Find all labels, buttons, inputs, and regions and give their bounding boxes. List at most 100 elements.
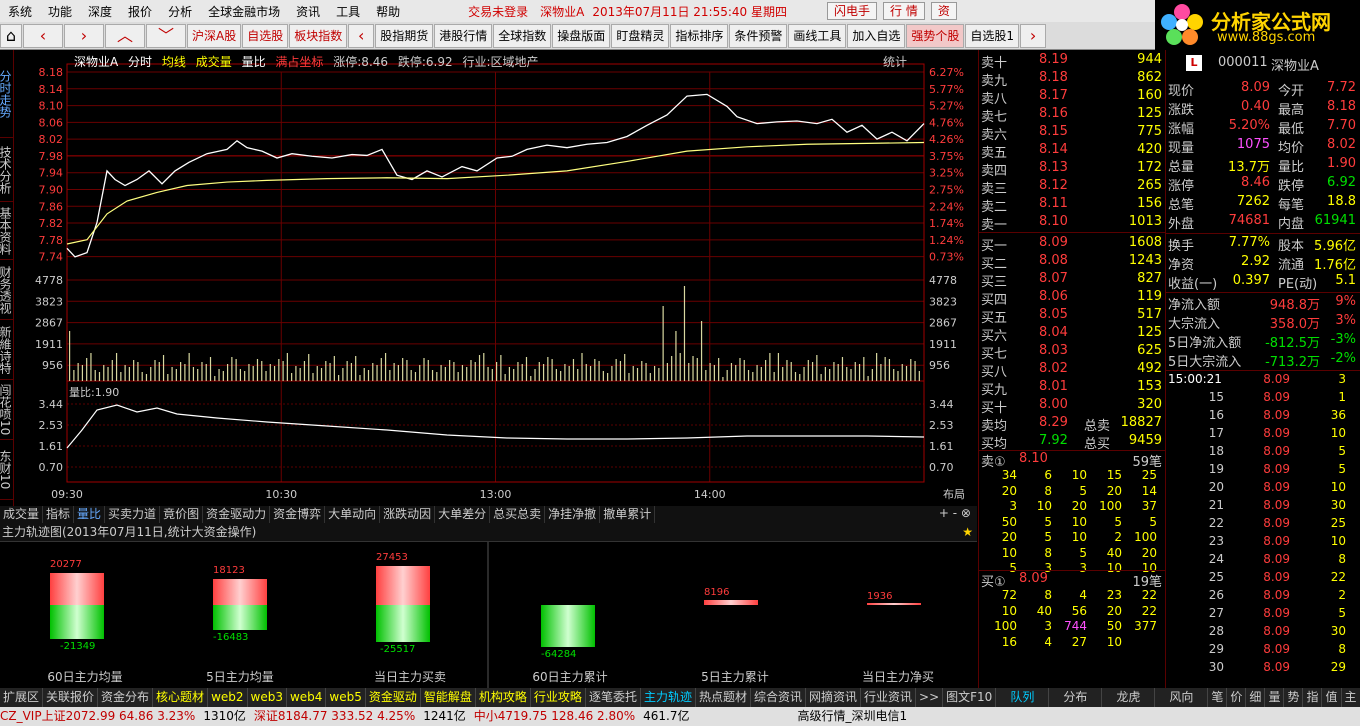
bottom-tab[interactable]: 综合资讯 [751,688,806,707]
buy-price[interactable]: 8.07 [1039,271,1068,286]
menu-tools[interactable]: 工具 [328,3,368,20]
bottom-tab[interactable]: 龙虎 [1102,688,1156,707]
bottom-tab[interactable]: 分布 [1049,688,1103,707]
tb-monitor[interactable]: 盯盘精灵 [611,23,670,48]
bottom-tab[interactable]: 价 [1227,688,1247,707]
ind-tab[interactable]: 涨跌动因 [380,506,436,523]
menu-news[interactable]: 资讯 [288,3,328,20]
bottom-tab[interactable]: 量 [1265,688,1285,707]
tb-layout[interactable]: 操盘版面 [552,23,611,48]
tb-shsz-a[interactable]: 沪深A股 [187,23,242,48]
sell-price[interactable]: 8.11 [1039,196,1068,211]
ind-tab[interactable]: 买卖力道 [105,506,161,523]
buy-price[interactable]: 8.02 [1039,361,1068,376]
bottom-tab[interactable]: 资金驱动 [366,688,421,707]
bottom-tab[interactable]: 指 [1303,688,1323,707]
up-arrow-icon[interactable]: ︿ [105,23,145,48]
ind-tab[interactable]: 量比 [74,506,106,523]
chart-stat-button[interactable]: 统计 [883,53,907,70]
tb-right-arrow-icon[interactable]: › [1020,23,1047,48]
bottom-tab[interactable]: web3 [248,688,287,707]
tb-global-index[interactable]: 全球指数 [493,23,552,48]
bottom-tab[interactable]: 行业资讯 [861,688,917,707]
tb-sector-index[interactable]: 板块指数 [289,23,348,48]
buy-price[interactable]: 8.00 [1039,397,1068,412]
ind-tab[interactable]: 指标 [43,506,75,523]
tb-watchlist[interactable]: 自选股 [242,23,289,48]
zoom-controls[interactable]: + - ⊗ [933,506,977,523]
sell-price[interactable]: 8.18 [1039,70,1068,85]
bottom-tab[interactable]: 机构攻略 [476,688,531,707]
buy-price[interactable]: 8.04 [1039,325,1068,340]
ind-tab[interactable]: 大单动向 [325,506,381,523]
ind-tab[interactable]: 大单差分 [435,506,491,523]
quote-button[interactable]: 行 情 [883,2,925,20]
star-icon[interactable]: ★ [962,523,973,542]
bottom-tab[interactable]: 细 [1246,688,1266,707]
bottom-tab[interactable]: 行业攻略 [531,688,586,707]
flash-trade-button[interactable]: 闪电手 [826,2,877,20]
sell-price[interactable]: 8.16 [1039,106,1068,121]
chart-item-ma[interactable]: 均线 [162,55,186,69]
layout-button[interactable]: 布局 [943,488,965,501]
bottom-tab[interactable]: 势 [1284,688,1304,707]
bottom-tab[interactable]: 逐笔委托 [586,688,641,707]
ind-tab[interactable]: 资金驱动力 [203,506,271,523]
left-tab-technical[interactable]: 技术分析 [0,138,14,202]
bottom-tab[interactable]: 主 [1342,688,1360,707]
bottom-tab[interactable]: 风向 [1155,688,1209,707]
chart-item-fenshi[interactable]: 分时 [128,55,152,69]
bottom-tab[interactable]: web4 [287,688,327,707]
bottom-tab[interactable]: 网摘资讯 [806,688,862,707]
buy-price[interactable]: 8.09 [1039,235,1068,250]
bottom-tab[interactable]: 值 [1322,688,1342,707]
left-tab-news[interactable]: 新維诗特 [0,320,14,380]
bottom-tab[interactable]: 队列 [996,688,1050,707]
bottom-tab[interactable]: 资金分布 [98,688,154,707]
buy-price[interactable]: 8.03 [1039,343,1068,358]
sell-price[interactable]: 8.13 [1039,160,1068,175]
ind-tab[interactable]: 总买总卖 [490,506,546,523]
menu-analysis[interactable]: 分析 [160,3,200,20]
ind-tab[interactable]: 资金博弈 [270,506,326,523]
bottom-tab[interactable]: web5 [326,688,366,707]
buy-price[interactable]: 8.08 [1039,253,1068,268]
forward-arrow-icon[interactable]: › [64,23,104,48]
bottom-tab[interactable]: 核心题材 [153,688,209,707]
left-tab-eastmoney[interactable]: 东财10 [0,440,14,500]
back-arrow-icon[interactable]: ‹ [23,23,63,48]
tb-alert[interactable]: 条件预警 [729,23,788,48]
buy-price[interactable]: 8.01 [1039,379,1068,394]
tb-strong-stocks[interactable]: 强势个股 [906,23,965,48]
bottom-tab[interactable]: 主力轨迹 [641,688,696,707]
ind-tab[interactable]: 竟价图 [160,506,204,523]
bottom-tab[interactable]: 热点题材 [696,688,751,707]
down-arrow-icon[interactable]: ﹀ [146,23,186,48]
timeshare-chart[interactable]: 8.18 6.27% 8.14 5.77% 8.10 5.27% 8.06 4.76% 8.02… [14,50,977,506]
ind-tab[interactable]: 净挂净撤 [545,506,601,523]
sell-price[interactable]: 8.15 [1039,124,1068,139]
ind-tab[interactable]: 撤单累计 [600,506,656,523]
left-tab-timeshare[interactable]: 分时走势 [0,50,14,138]
left-tab-finance[interactable]: 财务透视 [0,260,14,320]
info-button[interactable]: 资 [930,2,957,20]
bottom-tab[interactable]: 关联报价 [43,688,99,707]
buy-price[interactable]: 8.06 [1039,289,1068,304]
chart-item-ratio[interactable]: 量比 [242,55,266,69]
tb-indicator-sort[interactable]: 指标排序 [670,23,729,48]
sell-price[interactable]: 8.10 [1039,214,1068,229]
tb-index-futures[interactable]: 股指期货 [375,23,434,48]
menu-global-market[interactable]: 全球金融市场 [200,3,288,20]
buy-price[interactable]: 8.05 [1039,307,1068,322]
menu-quote[interactable]: 报价 [120,3,160,20]
chart-full-scale[interactable]: 满占坐标 [275,55,323,69]
sell-price[interactable]: 8.19 [1039,52,1068,67]
tb-add-watch[interactable]: 加入自选 [847,23,906,48]
bottom-tab[interactable]: >> [916,688,944,707]
ind-tab[interactable]: 成交量 [0,506,44,523]
left-tab-basic[interactable]: 基本资料 [0,202,14,260]
sell-price[interactable]: 8.14 [1039,142,1068,157]
tb-watchlist1[interactable]: 自选股1 [965,23,1020,48]
menu-help[interactable]: 帮助 [368,3,408,20]
tb-hk[interactable]: 港股行情 [434,23,493,48]
